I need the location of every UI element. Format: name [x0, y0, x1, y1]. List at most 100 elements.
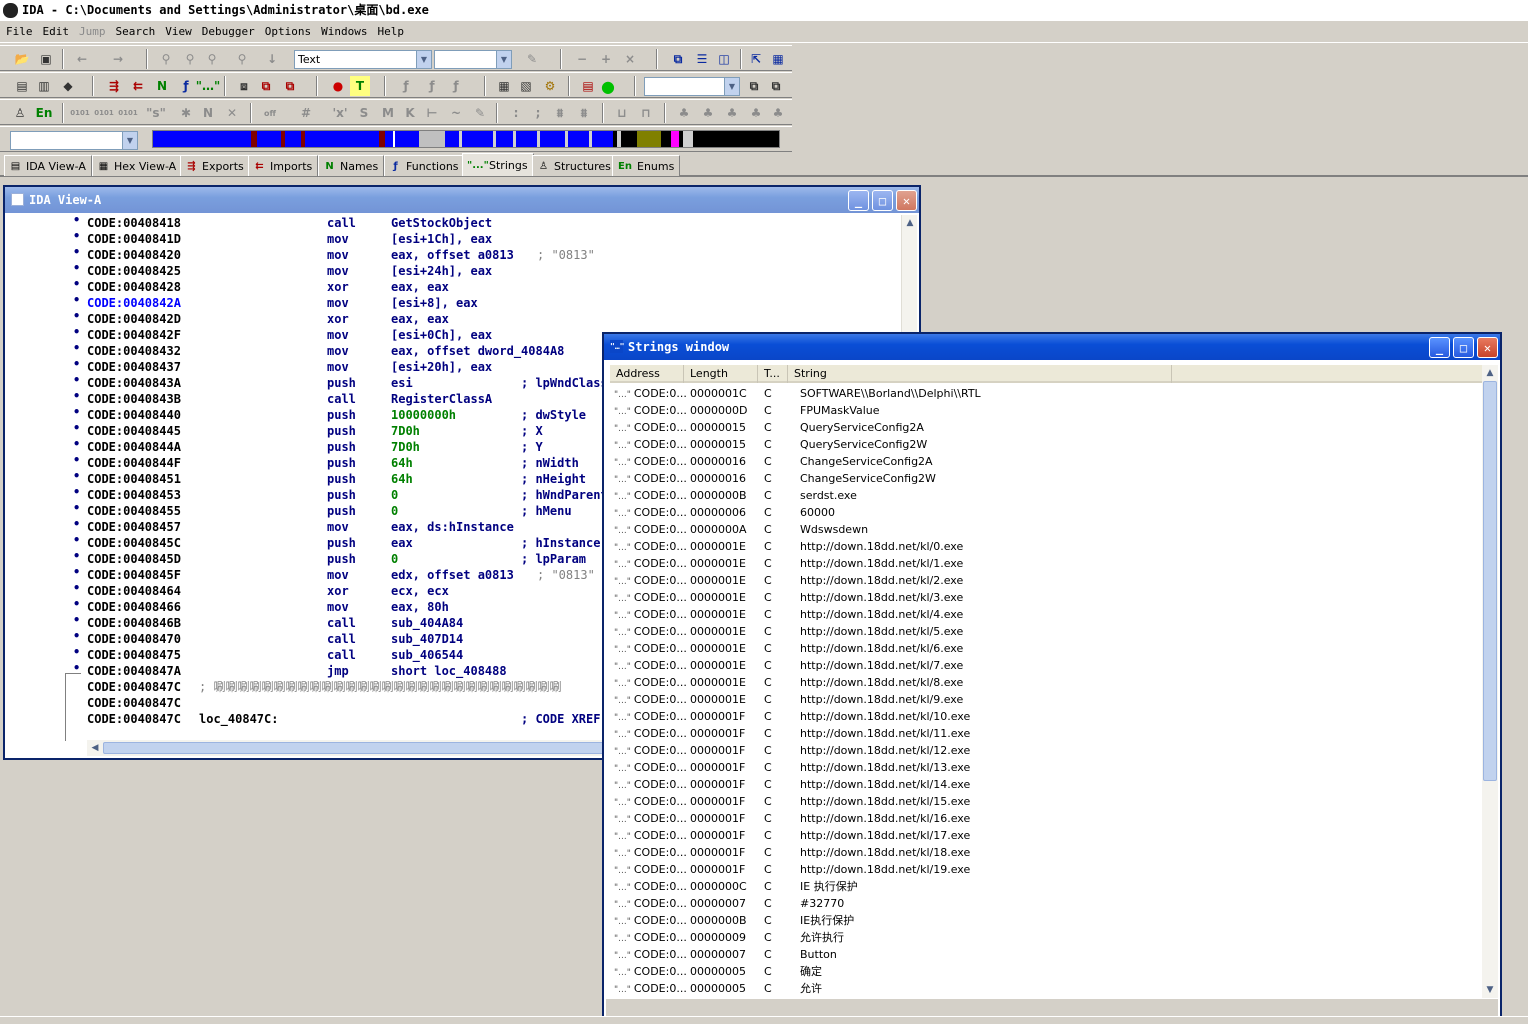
- colon-icon[interactable]: :: [506, 103, 526, 123]
- cascade-icon[interactable]: ⧉: [668, 49, 688, 69]
- list-item[interactable]: "..." CODE:0... 0000001E Chttp://down.18dd.…: [610, 691, 1484, 708]
- repeat-comment-icon[interactable]: ⩩: [550, 103, 570, 123]
- minimize-button[interactable]: _: [848, 190, 869, 211]
- xref-icon[interactable]: ⧉: [256, 76, 276, 96]
- menu-options[interactable]: Options: [261, 25, 317, 38]
- code-line[interactable]: • CODE:00408420 mov eax, offset a0813 ; "081…: [7, 245, 903, 263]
- exports-icon[interactable]: ⇶: [104, 76, 124, 96]
- string-type-icon[interactable]: "s": [146, 103, 166, 123]
- list-item[interactable]: "..." CODE:0... 00000016 C ChangeServiceConf…: [610, 453, 1484, 470]
- type-icon[interactable]: T: [350, 76, 370, 96]
- back-arrow-icon[interactable]: ←: [72, 49, 92, 69]
- list-item[interactable]: "..." CODE:0... 0000000B C IE执行保护: [610, 912, 1484, 929]
- menu-jump[interactable]: Jump: [75, 25, 112, 38]
- gear-icon[interactable]: ⚙: [540, 76, 560, 96]
- column-type[interactable]: T...: [758, 365, 788, 383]
- list-item[interactable]: "..." CODE:0... 0000001E Chttp://down.18dd.…: [610, 589, 1484, 606]
- anterior-icon[interactable]: ⩩: [574, 103, 594, 123]
- maximize-button[interactable]: □: [1453, 337, 1474, 358]
- image-icon[interactable]: ▧: [516, 76, 536, 96]
- strings-table-body[interactable]: "..." CODE:0... 0000001C C SOFTWARE\\Borland…: [610, 385, 1484, 997]
- breakpoint-icon[interactable]: ●: [328, 76, 348, 96]
- menu-help[interactable]: Help: [373, 25, 410, 38]
- data-icon[interactable]: 0101: [94, 103, 114, 123]
- list-item[interactable]: "..." CODE:0... 0000000C C IE 执行保护: [610, 878, 1484, 895]
- save-icon[interactable]: ▣: [36, 49, 56, 69]
- segments-icon[interactable]: ⧈: [234, 76, 254, 96]
- list-item[interactable]: "..." CODE:0... 00000015 C QueryServiceConfi…: [610, 436, 1484, 453]
- jump-down-icon[interactable]: ↓: [262, 49, 282, 69]
- unhide-icon[interactable]: ⊓: [636, 103, 656, 123]
- code-line[interactable]: • CODE:0040842A mov [esi+8], eax: [7, 293, 903, 311]
- manual-icon[interactable]: ✎: [470, 103, 490, 123]
- scroll-up-icon[interactable]: ▲: [902, 215, 918, 231]
- offset-icon[interactable]: off: [260, 103, 280, 123]
- list-item[interactable]: "..." CODE:0... 00000006 C 60000: [610, 504, 1484, 521]
- list-item[interactable]: "..." CODE:0... 0000001F Chttp://down.18dd.…: [610, 793, 1484, 810]
- menu-view[interactable]: View: [161, 25, 198, 38]
- binoculars-binary-icon[interactable]: ⚲: [232, 49, 252, 69]
- list-item[interactable]: "..." CODE:0... 00000005 C 确定: [610, 963, 1484, 980]
- binoculars-text-icon[interactable]: ⚲: [202, 49, 222, 69]
- debugger-combo[interactable]: ▼: [644, 77, 740, 96]
- list-item[interactable]: "..." CODE:0... 0000001F Chttp://down.18dd.…: [610, 742, 1484, 759]
- column-string[interactable]: String: [788, 365, 1172, 383]
- list-item[interactable]: "..." CODE:0... 0000001E Chttp://down.18dd.…: [610, 674, 1484, 691]
- list-item[interactable]: "..." CODE:0... 0000001F Chttp://down.18dd.…: [610, 725, 1484, 742]
- menu-file[interactable]: File: [2, 25, 39, 38]
- tab-structures[interactable]: ♙ Structures: [532, 155, 617, 176]
- minimize-button[interactable]: _: [1429, 337, 1450, 358]
- tile-horizontal-icon[interactable]: ☰: [692, 49, 712, 69]
- undefine-icon[interactable]: ✕: [222, 103, 242, 123]
- hex-page-icon[interactable]: ▥: [34, 76, 54, 96]
- k-icon[interactable]: K: [400, 103, 420, 123]
- menu-edit[interactable]: Edit: [39, 25, 76, 38]
- chevron-down-icon[interactable]: ▼: [416, 51, 431, 68]
- function-edit-icon[interactable]: ƒ: [422, 76, 442, 96]
- scroll-down-icon[interactable]: ▼: [1482, 982, 1498, 998]
- list-item[interactable]: "..." CODE:0... 0000001E Chttp://down.18dd.…: [610, 640, 1484, 657]
- list-item[interactable]: "..." CODE:0... 0000000A C Wdswsdewn: [610, 521, 1484, 538]
- binoculars-next-icon[interactable]: ⚲: [180, 49, 200, 69]
- list-item[interactable]: "..." CODE:0... 00000009 C 允许执行: [610, 929, 1484, 946]
- maximize-button[interactable]: □: [872, 190, 893, 211]
- arrange-icon[interactable]: ⇱: [746, 49, 766, 69]
- forward-arrow-icon[interactable]: →: [108, 49, 128, 69]
- chevron-down-icon[interactable]: ▼: [122, 132, 137, 149]
- graph-user-icon[interactable]: ♣: [768, 103, 788, 123]
- tab-enums[interactable]: En Enums: [612, 155, 681, 176]
- enums-icon[interactable]: En: [34, 103, 54, 123]
- array-icon[interactable]: 0101: [118, 103, 138, 123]
- tab-ida-view-a[interactable]: ▤ IDA View-A: [4, 155, 92, 176]
- page-icon[interactable]: ▤: [12, 76, 32, 96]
- mode-combo[interactable]: Text ▼: [294, 50, 432, 69]
- list-item[interactable]: "..." CODE:0... 0000001F Chttp://down.18dd.…: [610, 759, 1484, 776]
- graph-calls-icon[interactable]: ♣: [698, 103, 718, 123]
- calculator-icon[interactable]: ▦: [494, 76, 514, 96]
- close-button[interactable]: ✕: [1477, 337, 1498, 358]
- scroll-up-icon[interactable]: ▲: [1482, 365, 1498, 381]
- minus-icon[interactable]: −: [572, 49, 592, 69]
- close-button[interactable]: ✕: [896, 190, 917, 211]
- code-line[interactable]: • CODE:0040841D mov [esi+1Ch], eax: [7, 229, 903, 247]
- names-icon[interactable]: N: [152, 76, 172, 96]
- diamond-icon[interactable]: ◆: [58, 76, 78, 96]
- tab-imports[interactable]: ⇇ Imports: [248, 155, 319, 176]
- imports-icon[interactable]: ⇇: [128, 76, 148, 96]
- bitwise-icon[interactable]: ⊢: [422, 103, 442, 123]
- segment-s-icon[interactable]: S: [354, 103, 374, 123]
- code-line[interactable]: • CODE:00408428 xor eax, eax: [7, 277, 903, 295]
- navigation-band[interactable]: [152, 130, 780, 148]
- debugger-detach-icon[interactable]: ⧉: [766, 76, 786, 96]
- function-end-icon[interactable]: ƒ: [446, 76, 466, 96]
- code-line[interactable]: • CODE:00408425 mov [esi+24h], eax: [7, 261, 903, 279]
- list-item[interactable]: "..." CODE:0... 0000001E Chttp://down.18dd.…: [610, 606, 1484, 623]
- list-item[interactable]: "..." CODE:0... 0000001F Chttp://down.18dd.…: [610, 810, 1484, 827]
- unknown-icon[interactable]: ✱: [176, 103, 196, 123]
- graph-xref-to-icon[interactable]: ♣: [722, 103, 742, 123]
- graph-xref-from-icon[interactable]: ♣: [746, 103, 766, 123]
- function-f-icon[interactable]: ƒ: [396, 76, 416, 96]
- structures-icon[interactable]: ⧉: [280, 76, 300, 96]
- ida-view-titlebar[interactable]: IDA View-A _ □ ✕: [5, 187, 919, 213]
- tab-exports[interactable]: ⇶ Exports: [180, 155, 250, 176]
